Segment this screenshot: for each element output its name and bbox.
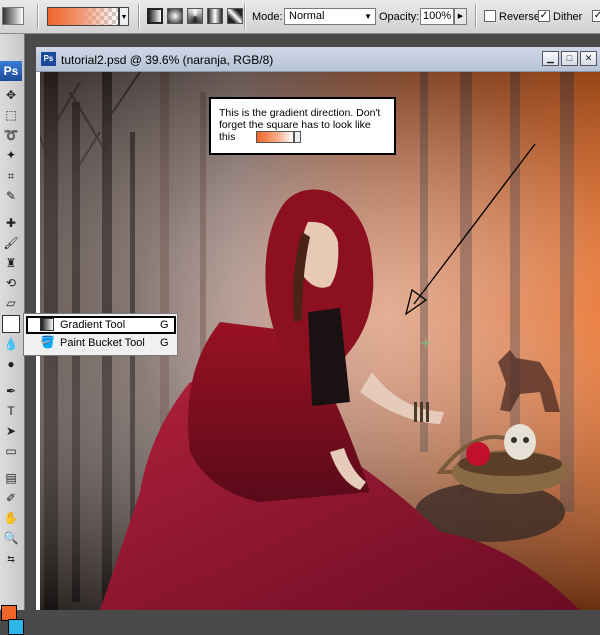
dither-checkbox[interactable]: ✓ [538, 10, 550, 22]
divider [138, 4, 140, 29]
photoshop-logo[interactable]: Ps [0, 61, 22, 81]
angle-gradient-button[interactable] [187, 8, 203, 24]
document-ps-icon: Ps [41, 52, 56, 66]
gradient-picker-dropdown[interactable]: ▼ [119, 7, 129, 26]
divider [475, 4, 477, 29]
linear-gradient-button[interactable] [147, 8, 163, 24]
opacity-label: Opacity: [379, 11, 420, 23]
type-tool-icon[interactable]: T [2, 402, 20, 420]
diamond-gradient-button[interactable] [227, 8, 243, 24]
move-tool-icon[interactable]: ✥ [2, 86, 20, 104]
gradient-example-dropdown [294, 131, 302, 144]
document-title: tutorial2.psd @ 39.6% (naranja, RGB/8) [61, 53, 274, 67]
opacity-input[interactable]: 100% [420, 8, 454, 25]
opacity-slider-button[interactable]: ▶ [454, 8, 467, 25]
transparency-checkbox[interactable]: ✓ [592, 10, 600, 22]
path-selection-tool-icon[interactable]: ➤ [2, 422, 20, 440]
radial-gradient-button[interactable] [167, 8, 183, 24]
mode-value: Normal [289, 10, 325, 22]
reverse-checkbox[interactable] [484, 10, 496, 22]
chevron-down-icon: ▼ [364, 12, 372, 21]
document-title-bar[interactable]: Ps tutorial2.psd @ 39.6% (naranja, RGB/8… [36, 47, 600, 72]
tool-flyout-menu: Gradient Tool G 🪣 Paint Bucket Tool G [23, 313, 178, 356]
gradient-example-swatch [256, 131, 295, 144]
zoom-tool-icon[interactable]: 🔍 [2, 529, 20, 547]
flyout-item-shortcut: G [160, 337, 169, 349]
eraser-tool-icon[interactable]: ▱ [2, 294, 20, 312]
hand-tool-icon[interactable]: ✋ [2, 509, 20, 527]
close-button[interactable]: ✕ [580, 51, 597, 66]
crop-tool-icon[interactable]: ⌗ [2, 167, 20, 185]
divider [37, 4, 39, 29]
options-bar: ▼ Mode: Normal ▼ Opacity: 100% ▶ Reverse… [0, 0, 600, 34]
healing-brush-tool-icon[interactable]: ✚ [2, 214, 20, 232]
gradient-tool-icon[interactable] [2, 315, 20, 333]
brush-tool-icon[interactable]: 🖌 [2, 234, 20, 252]
maximize-button[interactable]: □ [561, 51, 578, 66]
blur-tool-icon[interactable]: 💧 [2, 335, 20, 353]
pen-tool-icon[interactable]: ✒ [2, 382, 20, 400]
magic-wand-tool-icon[interactable]: ✦ [2, 146, 20, 164]
clone-stamp-tool-icon[interactable]: ♜ [2, 254, 20, 272]
minimize-button[interactable]: ▁ [542, 51, 559, 66]
reflected-gradient-button[interactable] [207, 8, 223, 24]
annotation-note: This is the gradient direction. Don't fo… [209, 97, 396, 155]
divider [244, 4, 246, 29]
gradient-editor-swatch[interactable] [47, 7, 119, 26]
notes-tool-icon[interactable]: ▤ [2, 469, 20, 487]
dodge-tool-icon[interactable]: ● [2, 355, 20, 373]
flyout-item-shortcut: G [160, 319, 169, 331]
flyout-item-gradient-tool[interactable]: Gradient Tool G [26, 316, 176, 334]
swap-colors-icon[interactable]: ⇆ [2, 550, 20, 568]
dither-label: Dither [553, 11, 583, 23]
marquee-tool-icon[interactable]: ⬚ [2, 106, 20, 124]
flyout-item-paint-bucket-tool[interactable]: 🪣 Paint Bucket Tool G [26, 335, 176, 353]
gradient-tool-icon [40, 318, 54, 331]
paint-bucket-icon: 🪣 [40, 335, 55, 349]
slice-tool-icon[interactable]: ✎ [2, 187, 20, 205]
toolbox: Ps ✥ ⬚ ➰ ✦ ⌗ ✎ ✚ 🖌 ♜ ⟲ ▱ 💧 ● ✒ T ➤ ▭ ▤ ✐… [0, 34, 25, 635]
reverse-label: Reverse [499, 11, 540, 23]
mode-select[interactable]: Normal ▼ [284, 8, 376, 25]
lasso-tool-icon[interactable]: ➰ [2, 126, 20, 144]
eyedropper-tool-icon[interactable]: ✐ [2, 489, 20, 507]
mode-label: Mode: [252, 11, 283, 23]
flyout-item-label: Paint Bucket Tool [60, 337, 145, 349]
background-color-swatch[interactable] [8, 619, 24, 635]
history-brush-tool-icon[interactable]: ⟲ [2, 274, 20, 292]
flyout-item-label: Gradient Tool [60, 319, 126, 331]
shape-tool-icon[interactable]: ▭ [2, 442, 20, 460]
tool-preset-picker[interactable] [2, 7, 24, 25]
